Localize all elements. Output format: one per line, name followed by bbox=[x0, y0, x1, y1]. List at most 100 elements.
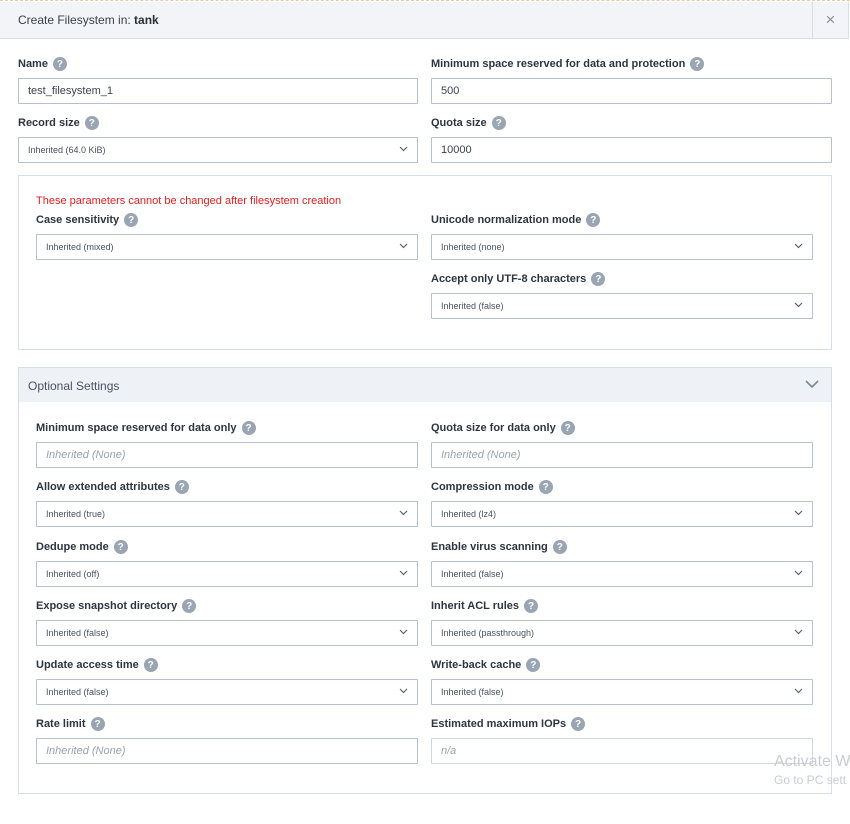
question-circle-icon[interactable]: ? bbox=[143, 658, 158, 672]
question-circle-icon[interactable]: ? bbox=[84, 116, 99, 130]
question-circle-icon[interactable]: ? bbox=[552, 540, 567, 554]
chevron-down-icon bbox=[794, 688, 803, 694]
question-circle-icon[interactable]: ? bbox=[52, 57, 67, 71]
immutable-warning: These parameters cannot be changed after… bbox=[36, 195, 342, 207]
rate-limit-input[interactable]: Inherited (None) bbox=[36, 738, 418, 764]
min-space-data-field: Minimum space reserved for data only? In… bbox=[36, 420, 418, 468]
dedupe-label: Dedupe mode bbox=[36, 541, 109, 553]
question-circle-icon[interactable]: ? bbox=[560, 421, 575, 435]
acl-rules-label: Inherit ACL rules bbox=[431, 600, 520, 612]
question-circle-icon[interactable]: ? bbox=[113, 540, 128, 554]
compression-field: Compression mode? Inherited (lz4) bbox=[431, 479, 813, 527]
optional-settings-title: Optional Settings bbox=[28, 379, 120, 393]
utf8-only-select[interactable]: Inherited (false) bbox=[431, 293, 813, 319]
chevron-down-icon bbox=[399, 629, 408, 635]
min-space-input[interactable]: 500 bbox=[431, 78, 832, 104]
acl-rules-field: Inherit ACL rules? Inherited (passthroug… bbox=[431, 598, 813, 646]
close-icon[interactable]: × bbox=[812, 2, 848, 38]
utf8-only-label: Accept only UTF-8 characters bbox=[431, 273, 587, 285]
ext-attrs-value: Inherited (true) bbox=[46, 509, 106, 519]
record-size-value: Inherited (64.0 KiB) bbox=[28, 145, 106, 155]
writeback-select[interactable]: Inherited (false) bbox=[431, 679, 813, 705]
record-size-select[interactable]: Inherited (64.0 KiB) bbox=[18, 137, 418, 163]
question-circle-icon[interactable]: ? bbox=[591, 272, 606, 286]
case-sensitivity-field: Case sensitivity? Inherited (mixed) bbox=[36, 212, 418, 260]
unicode-norm-value: Inherited (none) bbox=[441, 242, 505, 252]
quota-data-input[interactable]: Inherited (None) bbox=[431, 442, 813, 468]
question-circle-icon[interactable]: ? bbox=[182, 599, 197, 613]
name-label: Name bbox=[18, 58, 48, 70]
chevron-down-icon bbox=[399, 570, 408, 576]
unicode-norm-label: Unicode normalization mode bbox=[431, 214, 582, 226]
snapshot-dir-value: Inherited (false) bbox=[46, 628, 109, 638]
ext-attrs-field: Allow extended attributes? Inherited (tr… bbox=[36, 479, 418, 527]
virus-scan-label: Enable virus scanning bbox=[431, 541, 548, 553]
question-circle-icon[interactable]: ? bbox=[241, 421, 256, 435]
chevron-down-icon bbox=[794, 570, 803, 576]
ext-attrs-select[interactable]: Inherited (true) bbox=[36, 501, 418, 527]
compression-select[interactable]: Inherited (lz4) bbox=[431, 501, 813, 527]
dialog-title: Create Filesystem in: tank bbox=[18, 13, 159, 27]
quota-data-label: Quota size for data only bbox=[431, 422, 556, 434]
dialog-header: Create Filesystem in: tank × bbox=[0, 2, 849, 39]
question-circle-icon[interactable]: ? bbox=[90, 717, 105, 731]
ext-attrs-label: Allow extended attributes bbox=[36, 481, 170, 493]
watermark-line-2: Go to PC sett bbox=[774, 773, 847, 787]
rate-limit-label: Rate limit bbox=[36, 718, 86, 730]
optional-settings-header[interactable]: Optional Settings bbox=[18, 367, 832, 403]
virus-scan-value: Inherited (false) bbox=[441, 569, 504, 579]
compression-label: Compression mode bbox=[431, 481, 534, 493]
question-circle-icon[interactable]: ? bbox=[174, 480, 189, 494]
acl-rules-select[interactable]: Inherited (passthrough) bbox=[431, 620, 813, 646]
case-sensitivity-value: Inherited (mixed) bbox=[46, 242, 114, 252]
unicode-norm-field: Unicode normalization mode? Inherited (n… bbox=[431, 212, 813, 260]
acl-rules-value: Inherited (passthrough) bbox=[441, 628, 535, 638]
dedupe-select[interactable]: Inherited (off) bbox=[36, 561, 418, 587]
unicode-norm-select[interactable]: Inherited (none) bbox=[431, 234, 813, 260]
chevron-down-icon bbox=[399, 146, 408, 152]
chevron-down-icon bbox=[794, 302, 803, 308]
writeback-label: Write-back cache bbox=[431, 659, 522, 671]
question-circle-icon[interactable]: ? bbox=[690, 57, 705, 71]
chevron-down-icon bbox=[794, 243, 803, 249]
access-time-select[interactable]: Inherited (false) bbox=[36, 679, 418, 705]
writeback-field: Write-back cache? Inherited (false) bbox=[431, 657, 813, 705]
chevron-down-icon bbox=[399, 688, 408, 694]
quota-size-label: Quota size bbox=[431, 117, 487, 129]
question-circle-icon[interactable]: ? bbox=[571, 717, 586, 731]
min-space-field: Minimum space reserved for data and prot… bbox=[431, 56, 832, 104]
utf8-only-value: Inherited (false) bbox=[441, 301, 504, 311]
min-space-label: Minimum space reserved for data and prot… bbox=[431, 58, 686, 70]
writeback-value: Inherited (false) bbox=[441, 687, 504, 697]
min-space-data-input[interactable]: Inherited (None) bbox=[36, 442, 418, 468]
question-circle-icon[interactable]: ? bbox=[524, 599, 539, 613]
watermark-line-1: Activate W bbox=[774, 753, 850, 770]
chevron-down-icon bbox=[794, 629, 803, 635]
activate-windows-watermark: Activate W Go to PC sett bbox=[774, 753, 850, 787]
name-field: Name? test_filesystem_1 bbox=[18, 56, 418, 104]
max-iops-label: Estimated maximum IOPs bbox=[431, 718, 567, 730]
quota-size-input[interactable]: 10000 bbox=[431, 137, 832, 163]
record-size-label: Record size bbox=[18, 117, 80, 129]
question-circle-icon[interactable]: ? bbox=[538, 480, 553, 494]
question-circle-icon[interactable]: ? bbox=[491, 116, 506, 130]
max-iops-field: Estimated maximum IOPs? n/a bbox=[431, 716, 813, 764]
question-circle-icon[interactable]: ? bbox=[124, 213, 139, 227]
max-iops-input: n/a bbox=[431, 738, 813, 764]
question-circle-icon[interactable]: ? bbox=[526, 658, 541, 672]
access-time-field: Update access time? Inherited (false) bbox=[36, 657, 418, 705]
record-size-field: Record size? Inherited (64.0 KiB) bbox=[18, 115, 418, 163]
name-input[interactable]: test_filesystem_1 bbox=[18, 78, 418, 104]
access-time-label: Update access time bbox=[36, 659, 139, 671]
snapshot-dir-select[interactable]: Inherited (false) bbox=[36, 620, 418, 646]
question-circle-icon[interactable]: ? bbox=[586, 213, 601, 227]
chevron-down-icon bbox=[399, 510, 408, 516]
chevron-down-icon[interactable] bbox=[805, 380, 819, 389]
virus-scan-select[interactable]: Inherited (false) bbox=[431, 561, 813, 587]
case-sensitivity-label: Case sensitivity bbox=[36, 214, 120, 226]
case-sensitivity-select[interactable]: Inherited (mixed) bbox=[36, 234, 418, 260]
chevron-down-icon bbox=[399, 243, 408, 249]
compression-value: Inherited (lz4) bbox=[441, 509, 497, 519]
access-time-value: Inherited (false) bbox=[46, 687, 109, 697]
pool-name: tank bbox=[134, 13, 159, 27]
